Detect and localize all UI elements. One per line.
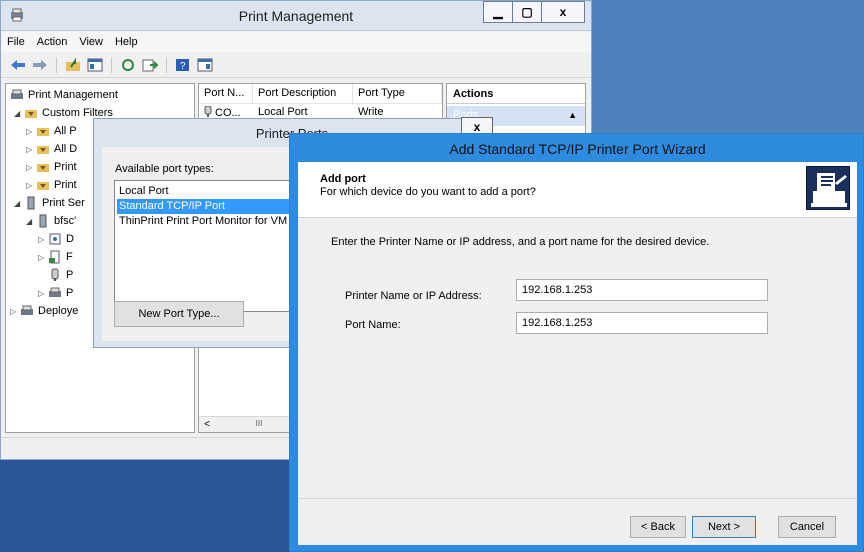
back-button[interactable]: < Back [630,516,686,538]
tree-item-ports[interactable]: P [48,266,73,284]
menu-file[interactable]: File [7,36,25,48]
svg-text:?: ? [180,61,186,72]
tree-item-label: All P [54,125,77,137]
refresh-icon[interactable] [119,56,137,74]
menu-bar: File Action View Help [1,32,591,52]
menu-action[interactable]: Action [37,36,68,48]
expand-arrow-icon[interactable]: ▷ [26,181,36,190]
filter-folder-icon [24,106,38,120]
forward-arrow-icon[interactable] [31,56,49,74]
collapse-arrow-icon[interactable]: ◢ [14,199,24,208]
footer-divider [298,498,857,499]
tree-item-forms[interactable]: ▷ F [38,248,73,266]
tree-item-server[interactable]: ◢ bfsc' [26,212,76,230]
collapse-arrow-icon[interactable]: ◢ [14,109,24,118]
tree-item-label: Print Management [28,89,118,101]
tree-item-label: D [66,233,74,245]
printer-name-label: Printer Name or IP Address: [345,290,482,302]
toolbar: ? [1,52,591,78]
tree-item-all-printers[interactable]: ▷ All P [26,122,77,140]
tree-item-print-servers[interactable]: ◢ Print Ser [14,194,85,212]
actions-header: Actions [447,84,585,104]
desktop-background-lower [0,460,300,552]
tree-item-label: Deploye [38,305,79,317]
wizard-title: Add Standard TCP/IP Printer Port Wizard [449,141,706,157]
export-list-icon[interactable] [141,56,159,74]
collapse-arrow-icon[interactable]: ◢ [26,217,36,226]
printer-wizard-icon [806,166,850,210]
show-hide-tree-icon[interactable] [86,56,104,74]
tree-item-label: All D [54,143,78,155]
filter-folder-icon [36,124,50,138]
expand-arrow-icon[interactable]: ▷ [26,127,36,136]
port-icon [48,268,62,282]
tree-item-all-drivers[interactable]: ▷ All D [26,140,77,158]
tree-item-drivers[interactable]: ▷ D [38,230,74,248]
toolbar-separator [56,56,57,73]
printer-name-input[interactable] [516,279,768,301]
back-arrow-icon[interactable] [9,56,27,74]
window-titlebar[interactable]: Print Management ▁ ▢ x [1,1,591,31]
tree-item-printers-with-jobs[interactable]: ▷ Print [26,176,77,194]
available-port-types-label: Available port types: [115,163,214,175]
wizard-instruction: Enter the Printer Name or IP address, an… [331,236,710,248]
cancel-button[interactable]: Cancel [778,516,836,538]
printer-icon [48,286,62,300]
list-header: Port N... Port Description Port Type [199,84,442,104]
wizard-step-subtitle: For which device do you want to add a po… [320,186,536,198]
tree-item-label: Print Ser [42,197,85,209]
tree-item-label: Print [54,179,77,191]
wizard-body: Add port For which device do you want to… [298,162,857,545]
scroll-left-icon[interactable]: < [201,419,213,431]
tree-item-label: F [66,251,73,263]
up-folder-icon[interactable] [64,56,82,74]
column-header-port-name[interactable]: Port N... [199,84,253,104]
expand-arrow-icon[interactable]: ▷ [10,307,20,316]
column-header-port-description[interactable]: Port Description [253,84,353,104]
minimize-button[interactable]: ▁ [483,1,513,23]
expand-arrow-icon[interactable]: ▷ [38,253,48,262]
wizard-header: Add port For which device do you want to… [298,162,857,218]
tcpip-port-wizard: Add Standard TCP/IP Printer Port Wizard … [289,133,864,552]
filter-folder-icon [36,178,50,192]
printer-icon [20,304,34,318]
menu-view[interactable]: View [79,36,103,48]
tree-item-deployed-printers[interactable]: ▷ Deploye [10,302,78,320]
expand-arrow-icon[interactable]: ▷ [38,235,48,244]
show-action-pane-icon[interactable] [196,56,214,74]
filter-folder-icon [36,160,50,174]
menu-help[interactable]: Help [115,36,138,48]
port-name-input[interactable] [516,312,768,334]
expand-arrow-icon[interactable]: ▷ [26,145,36,154]
help-icon[interactable]: ? [174,56,192,74]
close-button[interactable]: x [541,1,585,23]
printer-icon [10,88,24,102]
tree-item-label: P [66,287,74,299]
column-header-port-type[interactable]: Port Type [353,84,442,104]
server-icon [24,196,38,210]
filter-folder-icon [36,142,50,156]
server-icon [36,214,50,228]
expand-arrow-icon[interactable]: ▷ [38,289,48,298]
tree-item-printers[interactable]: ▷ P [38,284,73,302]
tree-item-print-management[interactable]: Print Management [10,86,118,104]
maximize-button[interactable]: ▢ [512,1,542,23]
port-name-label: Port Name: [345,319,401,331]
drivers-icon [48,232,62,246]
collapse-up-icon[interactable]: ▲ [568,110,577,120]
tree-item-label: bfsc' [54,215,77,227]
next-button[interactable]: Next > [692,516,756,538]
scrollbar-thumb[interactable]: III [229,419,289,430]
toolbar-separator [111,56,112,73]
new-port-type-button[interactable]: New Port Type... [114,301,244,327]
expand-arrow-icon[interactable]: ▷ [26,163,36,172]
wizard-step-title: Add port [320,173,366,185]
tree-item-printers-not-ready[interactable]: ▷ Print [26,158,77,176]
forms-icon [48,250,62,264]
toolbar-separator [166,56,167,73]
tree-item-label: Print [54,161,77,173]
tree-item-label: P [66,269,74,281]
